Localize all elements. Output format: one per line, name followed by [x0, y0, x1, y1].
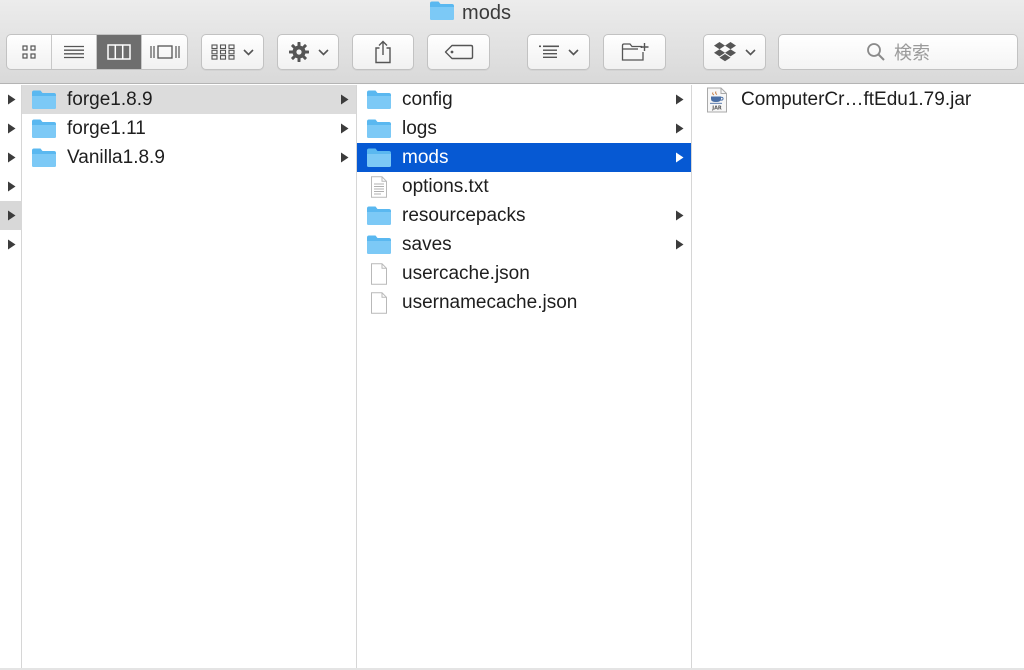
document-icon	[366, 291, 392, 314]
chevron-right-icon	[336, 123, 352, 134]
chevron-down-icon	[745, 48, 756, 56]
share-button[interactable]	[352, 34, 414, 70]
folder-icon	[31, 89, 57, 111]
column-0-row[interactable]	[0, 114, 22, 143]
column-1: forge1.8.9 forge1.11 Vanilla1.8.9	[22, 85, 357, 670]
file-row-jar[interactable]: JAR ComputerCr…ftEdu1.79.jar	[692, 85, 1024, 114]
search-icon	[867, 43, 885, 61]
dropbox-icon	[714, 42, 736, 62]
chevron-down-icon	[317, 48, 329, 56]
file-row-config[interactable]: config	[357, 85, 691, 114]
gear-icon	[288, 42, 309, 62]
text-document-icon	[366, 175, 392, 198]
folder-icon	[366, 89, 392, 111]
tag-icon	[444, 44, 473, 60]
folder-icon	[366, 205, 392, 227]
file-name: mods	[402, 146, 449, 168]
tags-button[interactable]	[427, 34, 490, 70]
file-name: ComputerCr…ftEdu1.79.jar	[741, 88, 972, 110]
column-view-icon	[107, 44, 131, 60]
chevron-right-icon	[336, 94, 352, 105]
column-2: config logs mods options.txt resourcepac…	[357, 85, 692, 670]
file-name: usernamecache.json	[402, 291, 578, 313]
title-bar: mods	[0, 0, 1024, 26]
dropbox-button[interactable]	[703, 34, 766, 70]
search-placeholder: 検索	[894, 43, 930, 63]
jar-file-icon: JAR	[704, 87, 730, 112]
document-icon	[366, 262, 392, 285]
file-row-options.txt[interactable]: options.txt	[357, 172, 691, 201]
column-0-row[interactable]	[0, 230, 22, 259]
file-name: options.txt	[402, 175, 489, 197]
file-row-forge1.11[interactable]: forge1.11	[22, 114, 356, 143]
chevron-right-icon	[671, 123, 687, 134]
column-0-row[interactable]	[0, 143, 22, 172]
file-row-resourcepacks[interactable]: resourcepacks	[357, 201, 691, 230]
chevron-right-icon	[671, 210, 687, 221]
view-mode-control[interactable]	[6, 34, 188, 70]
chevron-down-icon	[568, 48, 579, 56]
share-icon	[375, 40, 391, 64]
chevron-right-icon	[671, 94, 687, 105]
new-folder-icon	[621, 43, 648, 61]
gallery-view-icon	[149, 45, 180, 59]
folder-icon	[31, 147, 57, 169]
list-view-icon	[64, 45, 84, 59]
chevron-right-icon	[336, 152, 352, 163]
new-folder-button[interactable]	[603, 34, 666, 70]
list-sort-icon	[539, 45, 559, 58]
disclosure-triangle-icon	[7, 94, 15, 105]
file-row-logs[interactable]: logs	[357, 114, 691, 143]
file-name: usercache.json	[402, 262, 530, 284]
chevron-down-icon	[243, 48, 254, 56]
icon-view-button[interactable]	[7, 35, 52, 69]
folder-icon	[366, 147, 392, 169]
file-name: logs	[402, 117, 437, 139]
arrange-icon	[211, 44, 235, 60]
chevron-right-icon	[671, 239, 687, 250]
file-row-saves[interactable]: saves	[357, 230, 691, 259]
column-0-row[interactable]	[0, 172, 22, 201]
action-button[interactable]	[277, 34, 339, 70]
disclosure-triangle-icon	[7, 152, 15, 163]
window-chrome: mods 検索	[0, 0, 1024, 84]
file-name: saves	[402, 233, 452, 255]
column-0[interactable]	[0, 85, 22, 670]
file-row-usercache.json[interactable]: usercache.json	[357, 259, 691, 288]
column-0-row-selected[interactable]	[0, 201, 22, 230]
file-name: config	[402, 88, 453, 110]
file-name: Vanilla1.8.9	[67, 146, 165, 168]
window-title: mods	[462, 1, 511, 24]
list-view-button[interactable]	[52, 35, 97, 69]
disclosure-triangle-icon	[7, 210, 15, 221]
jar-icon-caption: JAR	[711, 105, 722, 111]
column-0-row[interactable]	[0, 85, 22, 114]
gallery-view-button[interactable]	[142, 35, 187, 69]
disclosure-triangle-icon	[7, 123, 15, 134]
column-view-button[interactable]	[97, 35, 142, 69]
folder-icon	[31, 118, 57, 140]
search-field[interactable]: 検索	[778, 34, 1018, 70]
column-browser: forge1.8.9 forge1.11 Vanilla1.8.9 config	[0, 85, 1024, 670]
file-row-forge1.8.9[interactable]: forge1.8.9	[22, 85, 356, 114]
column-3: JAR ComputerCr…ftEdu1.79.jar	[692, 85, 1024, 670]
disclosure-triangle-icon	[7, 239, 15, 250]
arrange-button[interactable]	[201, 34, 264, 70]
icon-view-icon	[22, 45, 36, 59]
folder-icon	[366, 234, 392, 256]
chevron-right-icon	[671, 152, 687, 163]
file-name: resourcepacks	[402, 204, 526, 226]
file-name: forge1.11	[67, 117, 146, 139]
folder-icon	[429, 0, 455, 26]
file-name: forge1.8.9	[67, 88, 153, 110]
file-row-usernamecache.json[interactable]: usernamecache.json	[357, 288, 691, 317]
file-row-mods-selected[interactable]: mods	[357, 143, 691, 172]
folder-icon	[366, 118, 392, 140]
file-row-vanilla1.8.9[interactable]: Vanilla1.8.9	[22, 143, 356, 172]
disclosure-triangle-icon	[7, 181, 15, 192]
sort-button[interactable]	[527, 34, 590, 70]
